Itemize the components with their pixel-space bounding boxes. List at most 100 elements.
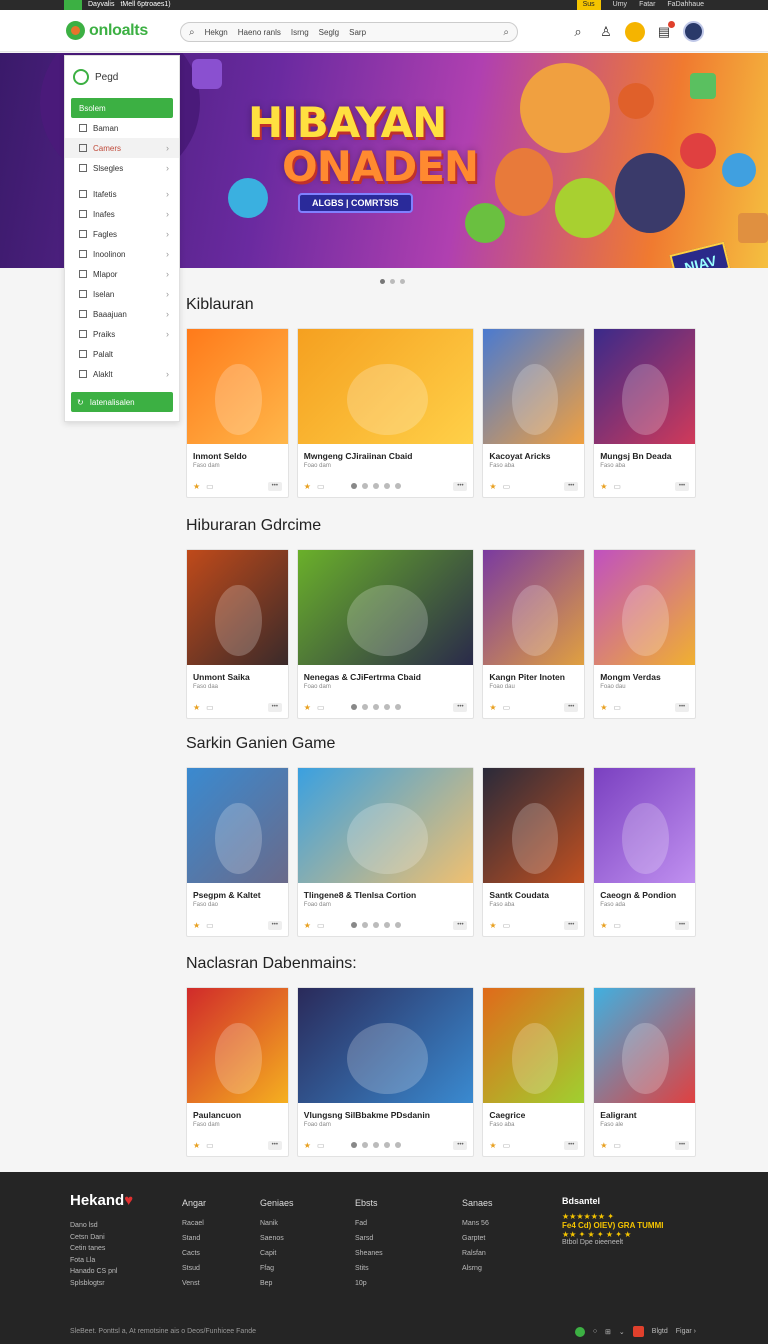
card-dot[interactable] xyxy=(394,704,401,710)
footer-link[interactable]: Saenos xyxy=(260,1231,294,1246)
game-card-title[interactable]: Nenegas & CJiFertrma Cbaid xyxy=(304,672,421,682)
chat-icon[interactable]: ▭ xyxy=(503,921,511,930)
chat-icon[interactable]: ▭ xyxy=(613,482,621,491)
footer-link[interactable]: Racael xyxy=(182,1216,206,1231)
search-bar[interactable]: ⌕ Hekgn Haeno ranls Isrng Seglg Sarp ⌕ xyxy=(180,22,518,42)
side-menu-item[interactable]: Baaajuan › xyxy=(65,304,179,324)
chat-icon[interactable]: ▭ xyxy=(317,1141,325,1150)
game-card[interactable]: Kangn Piter Inoten Foao dau ★ ▭ ••• xyxy=(482,549,586,719)
card-dot[interactable] xyxy=(350,922,357,928)
chat-icon[interactable]: ▭ xyxy=(503,482,511,491)
star-icon[interactable]: ★ xyxy=(304,1141,311,1150)
footer-bottom-link[interactable]: Blgtd xyxy=(652,1328,668,1335)
side-menu-item[interactable]: Slsegles › xyxy=(65,158,179,178)
search-tab[interactable]: Isrng xyxy=(291,28,309,37)
game-card-title[interactable]: Santk Coudata xyxy=(489,890,549,900)
card-dot[interactable] xyxy=(361,483,368,489)
game-card[interactable]: Santk Coudata Faso aba ★ ▭ ••• xyxy=(482,767,586,937)
chat-icon[interactable]: ▭ xyxy=(317,921,325,930)
card-dot[interactable] xyxy=(361,922,368,928)
search-tab[interactable]: Seglg xyxy=(319,28,339,37)
side-menu-item[interactable]: Inoolinon › xyxy=(65,244,179,264)
footer-link[interactable]: Stand xyxy=(182,1231,206,1246)
game-thumbnail[interactable] xyxy=(187,988,288,1103)
chat-icon[interactable]: ▭ xyxy=(206,1141,214,1150)
red-badge-icon[interactable] xyxy=(632,1326,644,1337)
search-submit-icon[interactable]: ⌕ xyxy=(503,27,509,38)
game-card[interactable]: Unmont Saika Faso daa ★ ▭ ••• xyxy=(186,549,289,719)
more-icon[interactable]: ••• xyxy=(267,702,282,712)
footer-link[interactable]: Ffag xyxy=(260,1261,294,1276)
footer-brand-link[interactable]: Fota Lla xyxy=(70,1255,117,1267)
card-dot[interactable] xyxy=(350,704,357,710)
hero-dot[interactable] xyxy=(390,279,395,284)
game-card-title[interactable]: Mwngeng CJiraiinan Cbaid xyxy=(304,451,413,461)
site-logo[interactable]: onloalts xyxy=(66,21,148,40)
game-thumbnail[interactable] xyxy=(594,329,696,444)
more-icon[interactable]: ••• xyxy=(675,481,690,491)
card-dot[interactable] xyxy=(361,704,368,710)
game-thumbnail[interactable] xyxy=(187,768,288,883)
side-menu-item[interactable]: Baman xyxy=(65,118,179,138)
hero-dot[interactable] xyxy=(380,279,385,284)
game-card-title[interactable]: Paulancuon xyxy=(193,1110,241,1120)
footer-link[interactable]: Fad xyxy=(355,1216,383,1231)
top-strip-link[interactable]: Dayvalis xyxy=(88,0,114,10)
game-card[interactable]: Nenegas & CJiFertrma Cbaid Foao dam ★ ▭ ••• xyxy=(296,549,475,719)
game-card-title[interactable]: Vlungsng SilBbakme PDsdanin xyxy=(304,1110,430,1120)
star-icon[interactable]: ★ xyxy=(193,703,200,712)
game-thumbnail[interactable] xyxy=(297,988,474,1103)
card-dot[interactable] xyxy=(372,483,379,489)
game-card-title[interactable]: Inmont Seldo xyxy=(193,451,247,461)
side-menu-item[interactable]: Bsolem xyxy=(71,98,173,118)
footer-link[interactable]: Ralsfan xyxy=(462,1246,493,1261)
game-card-title[interactable]: Ealigrant xyxy=(600,1110,636,1120)
footer-link[interactable]: 10p xyxy=(355,1276,383,1291)
star-icon[interactable]: ★ xyxy=(600,482,607,491)
side-menu-cta-button[interactable]: ↻ Iatenalisalen xyxy=(71,392,173,412)
game-card-title[interactable]: Psegpm & Kaltet xyxy=(193,890,261,900)
game-card-title[interactable]: Kacoyat Aricks xyxy=(489,451,550,461)
star-icon[interactable]: ★ xyxy=(193,921,200,930)
game-card-title[interactable]: Caegrice xyxy=(489,1110,525,1120)
more-icon[interactable]: ••• xyxy=(564,702,579,712)
more-icon[interactable]: ••• xyxy=(564,1140,579,1150)
game-card-title[interactable]: Kangn Piter Inoten xyxy=(489,672,565,682)
grid-icon[interactable]: ⊞ xyxy=(605,1328,611,1336)
card-dot[interactable] xyxy=(372,704,379,710)
game-card-title[interactable]: Mongm Verdas xyxy=(600,672,660,682)
footer-link[interactable]: Garptet xyxy=(462,1231,493,1246)
game-card[interactable]: Ealigrant Faso ale ★ ▭ ••• xyxy=(593,987,697,1157)
more-icon[interactable]: ••• xyxy=(267,1140,282,1150)
side-menu-item[interactable]: Inafes › xyxy=(65,204,179,224)
game-thumbnail[interactable] xyxy=(187,550,288,665)
side-menu-item[interactable]: Camers › xyxy=(65,138,179,158)
side-menu-item[interactable]: Palalt xyxy=(65,344,179,364)
game-card[interactable]: Vlungsng SilBbakme PDsdanin Foao dam ★ ▭ ••• xyxy=(296,987,475,1157)
footer-link[interactable]: Stsud xyxy=(182,1261,206,1276)
side-menu-item[interactable]: Itafetis › xyxy=(65,184,179,204)
chat-icon[interactable]: ▭ xyxy=(613,921,621,930)
game-card[interactable]: Inmont Seldo Faso dam ★ ▭ ••• xyxy=(186,328,289,498)
card-dot[interactable] xyxy=(383,704,390,710)
game-thumbnail[interactable] xyxy=(297,550,474,665)
search-tab[interactable]: Haeno ranls xyxy=(238,28,281,37)
star-icon[interactable]: ★ xyxy=(489,482,496,491)
card-dot[interactable] xyxy=(383,483,390,489)
game-thumbnail[interactable] xyxy=(187,329,288,444)
footer-brand-link[interactable]: Cetsn Dani xyxy=(70,1232,117,1244)
chat-icon[interactable]: ▭ xyxy=(317,703,325,712)
star-icon[interactable]: ★ xyxy=(304,921,311,930)
game-thumbnail[interactable] xyxy=(483,550,585,665)
game-card-title[interactable]: Tlingene8 & Tlenlsa Cortion xyxy=(304,890,416,900)
game-card[interactable]: Paulancuon Faso dam ★ ▭ ••• xyxy=(186,987,289,1157)
user-icon[interactable]: ♙ xyxy=(597,23,615,41)
footer-link[interactable]: Bep xyxy=(260,1276,294,1291)
chat-icon[interactable]: ▭ xyxy=(206,921,214,930)
search-icon[interactable]: ⌕ xyxy=(189,27,195,38)
footer-link[interactable]: Sheanes xyxy=(355,1246,383,1261)
footer-link[interactable]: Cacts xyxy=(182,1246,206,1261)
chat-icon[interactable]: ▭ xyxy=(317,482,325,491)
game-card-title[interactable]: Mungsj Bn Deada xyxy=(600,451,671,461)
search-icon[interactable]: ⌕ xyxy=(569,23,587,41)
